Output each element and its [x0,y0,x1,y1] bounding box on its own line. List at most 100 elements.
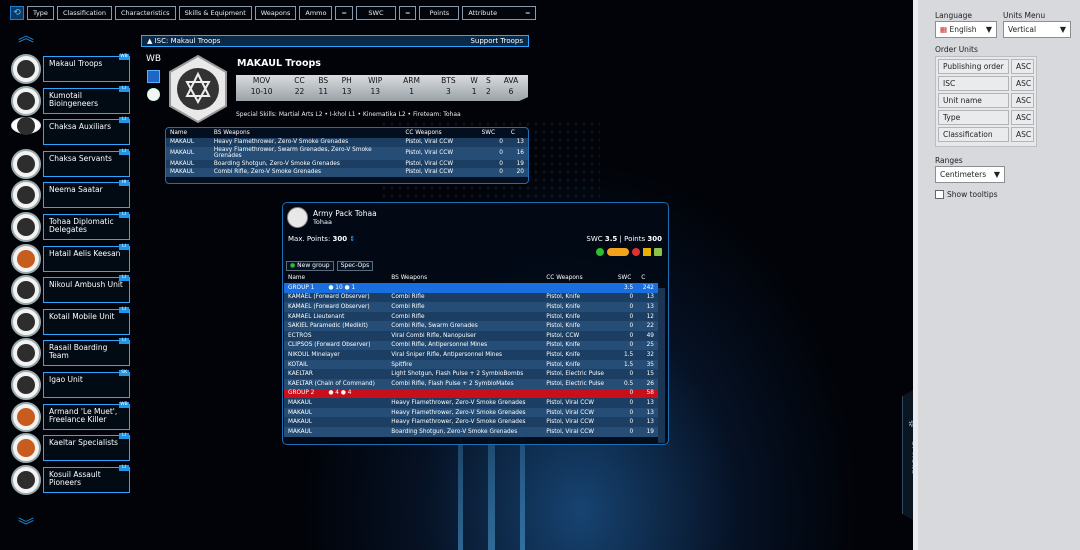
new-group-label: New group [297,262,330,269]
army-unit-row[interactable]: MAKAUL Heavy Flamethrower, Zero-V Smoke G… [284,407,658,418]
add-icon: ● [290,262,296,269]
unit-list-item[interactable]: Armand 'Le Muet', Freelance Killer WB [11,401,130,432]
scroll-up-icon[interactable]: ︽ [11,28,41,44]
unit-list-item[interactable]: Chaksa Auxiliars LI [11,116,130,146]
army-unit-row[interactable]: MAKAUL Boarding Shotgun, Zero-V Smoke Gre… [284,426,658,437]
table-cell: Spitfire [391,361,413,368]
order-field[interactable]: ISC [938,76,1009,91]
order-field[interactable]: Type [938,110,1009,125]
unit-list-item[interactable]: Kotail Mobile Unit LI [11,306,130,337]
profile-row[interactable]: MAKAUL Boarding Shotgun, Zero-V Smoke Gre… [166,159,528,168]
filter-swc-op[interactable]: = [335,6,353,20]
unit-name-label: Chaksa Servants [49,153,112,163]
refresh-button[interactable]: ⟲ [10,6,24,20]
group-row[interactable]: GROUP 2 ● 4 ● 4 0 58 [284,388,658,399]
unit-list-item[interactable]: Makaul Troops WB [11,54,130,84]
order-field[interactable]: Unit name [938,93,1009,108]
max-points-value[interactable]: 300 [333,235,348,243]
table-cell: 13 [646,419,654,426]
table-cell: Pistol, Electric Pulse [546,380,604,387]
profile-row[interactable]: MAKAUL Combi Rifle, Zero-V Smoke Grenades… [166,168,528,177]
order-direction-button[interactable]: ASC [1011,127,1034,142]
column-header: Name [288,275,306,281]
profile-row[interactable]: MAKAUL Heavy Flamethrower, Swarm Grenades… [166,146,528,160]
export-icon[interactable] [654,248,662,256]
unit-list-item[interactable]: Chaksa Servants LI [11,148,130,179]
army-scrollbar[interactable] [658,288,665,443]
delete-icon[interactable] [632,248,640,256]
spec-ops-button[interactable]: Spec-Ops [336,261,374,271]
warning-icon[interactable] [643,248,651,256]
filter-weapons-button[interactable]: Weapons [254,6,297,20]
army-unit-row[interactable]: KAELTAR (Chain of Command) Combi Rifle, F… [284,378,658,389]
valid-icon[interactable] [596,248,604,256]
unit-type-badge: LI [119,243,129,250]
new-group-button[interactable]: ● New group [286,261,334,271]
army-unit-row[interactable]: KAMAEL (Forward Observer) Combi Rifle Pist… [284,302,658,312]
filter-ammo-button[interactable]: Ammo [299,6,333,20]
filter-toolbar: ⟲ Type Classification Characteristics Sk… [10,6,537,20]
ranges-select[interactable]: Centimeters ▼ [935,166,1005,183]
order-field[interactable]: Classification [938,127,1009,142]
unit-list-item[interactable]: Nikoul Ambush Unit LI [11,275,130,306]
unit-list-item[interactable]: Igao Unit SK [11,370,130,400]
filter-swc-button[interactable]: SWC [355,6,396,20]
unit-list-item[interactable]: Kosuil Assault Pioneers LI [11,464,130,495]
order-field[interactable]: Publishing order [938,59,1009,74]
order-direction-button[interactable]: ASC [1011,110,1034,125]
filter-classification-button[interactable]: Classification [56,6,112,20]
profiles-table: Name BS Weapons CC Weapons SWC C MAKAUL Heavy… [165,127,529,184]
points-stepper-icon[interactable]: ⇕ [349,235,355,243]
unit-list-item[interactable]: Tohaa Diplomatic Delegates LI [11,212,130,242]
army-unit-row[interactable]: CLIPSOS (Forward Observer) Combi Rifle, A… [284,340,658,351]
army-unit-row[interactable]: KAMAEL (Forward Observer) Combi Rifle Pist… [284,292,658,303]
swc-total: 3.5 [604,235,618,243]
units-menu-select[interactable]: Vertical ▼ [1003,21,1071,38]
army-unit-row[interactable]: KAMAEL Lieutenant Combi Rifle Pistol, Knif… [284,311,658,322]
filter-skills-button[interactable]: Skills & Equipment [178,6,252,20]
unit-list-item[interactable]: Rasail Boarding Team LI [11,338,130,369]
table-cell: Pistol, Viral CCW [405,150,454,156]
order-row[interactable]: Type ASC [938,110,1034,125]
special-skills: Special Skills: Martial Arts L2 • I-khol… [236,111,461,118]
army-unit-row[interactable]: KAELTAR Light Shotgun, Flash Pulse + 2 Sy… [284,369,658,379]
order-direction-button[interactable]: ASC [1011,59,1034,74]
checkbox[interactable] [935,190,944,199]
filter-points-button[interactable]: Points [419,6,460,20]
table-cell: 19 [646,428,654,435]
army-unit-row[interactable]: NIKOUL Minelayer Viral Sniper Rifle, Anti… [284,350,658,360]
unit-list-item[interactable]: Kaeltar Specialists LI [11,433,130,464]
army-unit-row[interactable]: MAKAUL Heavy Flamethrower, Zero-V Smoke G… [284,398,658,408]
order-direction-button[interactable]: ASC [1011,93,1034,108]
table-cell: Pistol, Viral CCW [546,419,595,426]
army-unit-row[interactable]: KOTAIL Spitfire Pistol, Knife 1.5 35 [284,359,658,370]
unit-list-item[interactable]: Kumotail Bioingeneers LI [11,85,130,116]
filter-type-button[interactable]: Type [27,6,54,20]
unit-list-item[interactable]: Hatail Aelis Keesan LI [11,243,130,274]
order-row[interactable]: Unit name ASC [938,93,1034,108]
profile-row[interactable]: MAKAUL Heavy Flamethrower, Zero-V Smoke G… [166,138,528,147]
scroll-down-icon[interactable]: ︾ [11,518,41,534]
army-unit-row[interactable]: ECTROS Viral Combi Rifle, Nanopulser Pisto… [284,330,658,341]
army-unit-row[interactable]: MAKAUL Heavy Flamethrower, Zero-V Smoke G… [284,417,658,427]
order-row[interactable]: Classification ASC [938,127,1034,142]
unit-emblem [17,281,35,300]
table-cell: KAELTAR [288,371,313,378]
collapse-icon[interactable]: ▲ [147,37,155,45]
group-row[interactable]: GROUP 1 ● 10 ● 1 3.5 242 [284,283,658,293]
show-tooltips-toggle[interactable]: Show tooltips [935,190,998,199]
unit-type-badge: LI [119,464,129,471]
filter-attribute-button[interactable]: Attribute = [462,6,537,20]
filter-characteristics-button[interactable]: Characteristics [114,6,176,20]
table-cell: Pistol, Viral CCW [405,169,454,176]
army-unit-row[interactable]: SAKIEL Paramedic (Medikit) Combi Rifle, S… [284,321,658,331]
filter-points-op[interactable]: = [398,6,417,20]
group-header-cell: GROUP 2 ● 4 ● 4 [284,389,614,399]
order-direction-button[interactable]: ASC [1011,76,1034,91]
unit-name-label: Makaul Troops [49,59,103,68]
unit-list-item[interactable]: Neema Saatar HI [11,180,130,211]
order-row[interactable]: ISC ASC [938,76,1034,91]
language-select[interactable]: ▦ English ▼ [935,21,997,38]
orders-icon[interactable] [607,248,629,256]
order-row[interactable]: Publishing order ASC [938,59,1034,74]
